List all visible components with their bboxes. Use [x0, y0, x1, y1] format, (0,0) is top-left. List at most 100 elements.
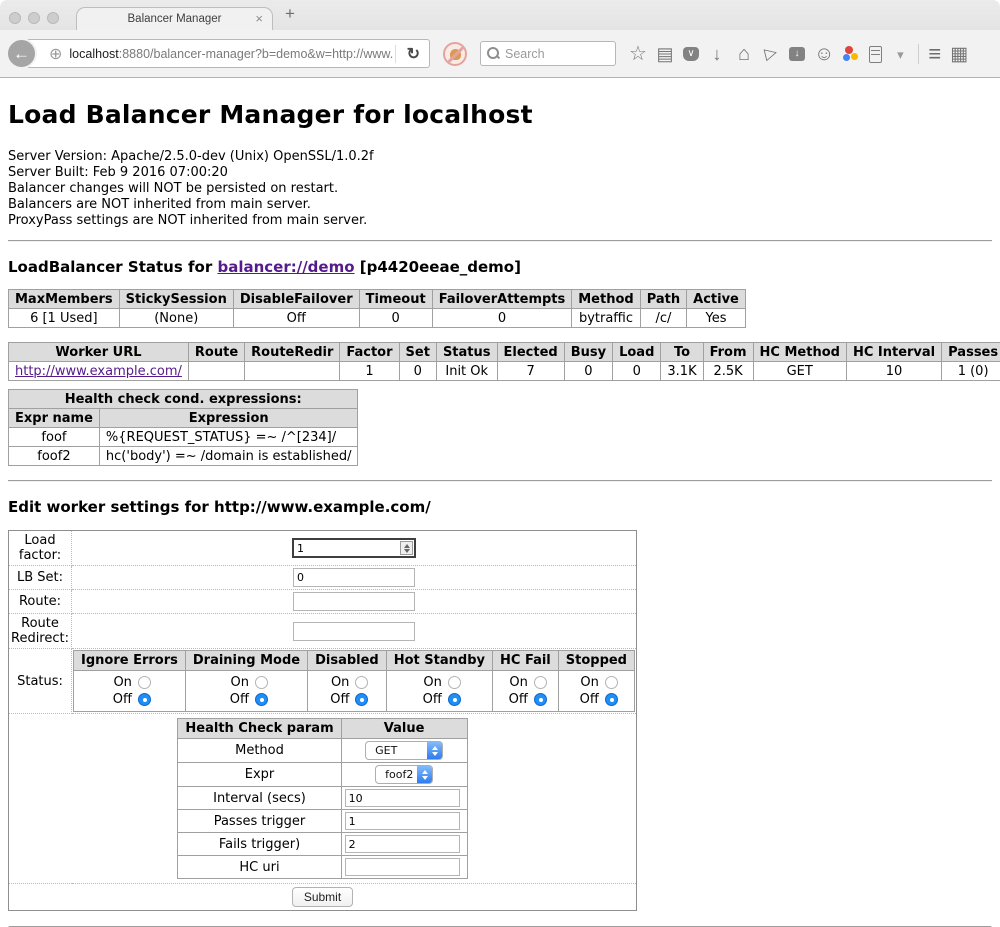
col-to: To [661, 343, 703, 362]
status-header-row: Ignore Errors Draining Mode Disabled Hot… [74, 651, 635, 671]
interval-input[interactable] [345, 789, 460, 807]
hot-standby-options: On Off [386, 671, 492, 712]
bookmark-star-icon[interactable]: ☆ [629, 44, 647, 64]
cell-expression: hc('body') =~ /domain is established/ [99, 447, 358, 466]
route-redirect-input[interactable] [293, 622, 415, 641]
passes-input[interactable] [345, 812, 460, 830]
col-active: Active [687, 290, 746, 309]
navigation-bar: ← ⊕ localhost:8880/balancer-manager?b=de… [0, 30, 1000, 78]
container-icon[interactable] [869, 46, 882, 63]
hot-standby-on-radio[interactable] [448, 676, 461, 689]
hot-standby-off-radio[interactable] [448, 693, 461, 706]
draining-mode-on-radio[interactable] [255, 676, 268, 689]
hc-uri-label: HC uri [178, 856, 341, 879]
tab-balancer-manager[interactable]: Balancer Manager × [76, 7, 273, 30]
send-tab-icon[interactable]: ▷ [760, 44, 781, 64]
table-row: foof2 hc('body') =~ /domain is establish… [9, 447, 358, 466]
save-page-icon[interactable]: ↓ [789, 47, 805, 61]
extension-dots-icon[interactable] [843, 46, 860, 62]
browser-chrome: Balancer Manager × + ← ⊕ localhost:8880/… [0, 0, 1000, 78]
search-box[interactable] [480, 41, 616, 66]
back-icon: ← [13, 44, 30, 64]
off-label: Off [325, 692, 349, 707]
toolbar-divider [918, 44, 919, 64]
method-select[interactable]: GET [365, 741, 443, 760]
disabled-options: On Off [308, 671, 387, 712]
health-check-param-table: Health Check param Value Method GET Expr… [177, 718, 467, 879]
server-version-line: Server Version: Apache/2.5.0-dev (Unix) … [8, 149, 992, 165]
url-divider [395, 45, 396, 63]
page-title: Load Balancer Manager for localhost [8, 100, 992, 129]
reading-list-icon[interactable]: ▤ [656, 45, 674, 63]
col-method: Method [572, 290, 640, 309]
adblock-icon[interactable] [443, 42, 467, 66]
status-radio-row: On Off On Off On Off [74, 671, 635, 712]
hc-row-expr: Expr foof2 [178, 763, 467, 787]
ignore-errors-options: On Off [74, 671, 186, 712]
select-arrows-icon [417, 766, 432, 783]
cell-route [188, 362, 244, 381]
divider [8, 480, 992, 482]
title-bar: Balancer Manager × + [0, 0, 1000, 30]
off-label: Off [575, 692, 599, 707]
lb-set-input[interactable] [293, 568, 415, 587]
number-stepper-icon[interactable] [400, 541, 413, 555]
load-factor-field[interactable] [292, 538, 416, 558]
new-tab-button[interactable]: + [285, 4, 295, 24]
col-maxmembers: MaxMembers [9, 290, 120, 309]
minimize-window-button[interactable] [28, 12, 40, 24]
heading-suffix: [p4420eeae_demo] [355, 258, 521, 276]
ignore-errors-off-radio[interactable] [138, 693, 151, 706]
route-input[interactable] [293, 592, 415, 611]
on-label: On [108, 675, 132, 690]
col-set: Set [399, 343, 436, 362]
zoom-window-button[interactable] [47, 12, 59, 24]
draining-mode-off-radio[interactable] [255, 693, 268, 706]
cell-busy: 0 [564, 362, 612, 381]
url-bar[interactable]: ⊕ localhost:8880/balancer-manager?b=demo… [22, 39, 430, 68]
status-options-table: Ignore Errors Draining Mode Disabled Hot… [73, 650, 635, 712]
col-hot-standby: Hot Standby [386, 651, 492, 671]
on-label: On [325, 675, 349, 690]
server-built-line: Server Built: Feb 9 2016 07:00:20 [8, 165, 992, 181]
home-icon[interactable]: ⌂ [735, 44, 753, 64]
cell-method: bytraffic [572, 309, 640, 328]
pocket-icon[interactable]: ∨ [683, 47, 699, 61]
stopped-on-radio[interactable] [605, 676, 618, 689]
expr-select[interactable]: foof2 [375, 765, 433, 784]
search-input[interactable] [505, 47, 605, 61]
balancer-demo-link[interactable]: balancer://demo [217, 258, 354, 276]
cell-status: Init Ok [436, 362, 497, 381]
disabled-on-radio[interactable] [355, 676, 368, 689]
submit-button[interactable]: Submit [292, 887, 353, 907]
col-draining-mode: Draining Mode [185, 651, 307, 671]
worker-url-link[interactable]: http://www.example.com/ [15, 364, 182, 379]
cell-from: 2.5K [703, 362, 753, 381]
fails-input[interactable] [345, 835, 460, 853]
load-factor-input[interactable] [294, 542, 400, 555]
route-redirect-label: Route Redirect: [9, 614, 72, 649]
cell-timeout: 0 [359, 309, 432, 328]
hc-fail-options: On Off [493, 671, 559, 712]
proxypass-notice-line: ProxyPass settings are NOT inherited fro… [8, 213, 992, 229]
hc-uri-input[interactable] [345, 858, 460, 876]
disabled-off-radio[interactable] [355, 693, 368, 706]
off-label: Off [225, 692, 249, 707]
panel-grid-icon[interactable]: ▦ [950, 45, 968, 64]
ignore-errors-on-radio[interactable] [138, 676, 151, 689]
hc-row-passes: Passes trigger [178, 810, 467, 833]
feedback-smiley-icon[interactable]: ☺ [814, 44, 834, 64]
col-ignore-errors: Ignore Errors [74, 651, 186, 671]
stopped-off-radio[interactable] [605, 693, 618, 706]
hc-header-row: Health Check param Value [178, 719, 467, 739]
tab-close-icon[interactable]: × [255, 11, 263, 26]
cell-maxmembers: 6 [1 Used] [9, 309, 120, 328]
back-button[interactable]: ← [6, 38, 37, 69]
hc-fail-on-radio[interactable] [534, 676, 547, 689]
close-window-button[interactable] [9, 12, 21, 24]
menu-icon[interactable]: ≡ [928, 41, 941, 67]
hc-fail-off-radio[interactable] [534, 693, 547, 706]
downloads-icon[interactable]: ↓ [708, 45, 726, 63]
reload-icon[interactable]: ↻ [398, 44, 429, 64]
chevron-down-icon[interactable]: ▾ [891, 48, 909, 61]
